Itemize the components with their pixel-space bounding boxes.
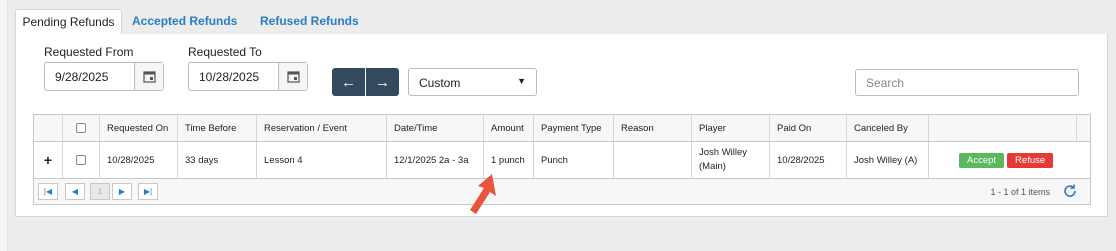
last-page-icon: ▶| xyxy=(143,187,153,196)
next-range-button[interactable]: → xyxy=(366,68,399,96)
cell-reason xyxy=(613,142,691,178)
cell-requested-on: 10/28/2025 xyxy=(99,142,177,178)
cell-payment-type: Punch xyxy=(533,142,613,178)
tab-pending-refunds[interactable]: Pending Refunds xyxy=(15,9,122,35)
col-canceled-by[interactable]: Canceled By xyxy=(846,115,928,141)
refresh-icon[interactable] xyxy=(1062,183,1078,199)
refunds-grid: Requested On Time Before Reservation / E… xyxy=(33,114,1091,205)
prev-page-button[interactable]: ◀ xyxy=(65,183,85,200)
search-input[interactable] xyxy=(855,69,1079,96)
date-range-select[interactable]: Custom ▼ xyxy=(408,68,537,96)
requested-to-value: 10/28/2025 xyxy=(199,70,260,84)
calendar-icon[interactable] xyxy=(134,63,163,90)
checkbox-icon xyxy=(76,155,86,165)
player-name: Josh Willey xyxy=(699,147,748,158)
requested-from-label: Requested From xyxy=(44,45,134,59)
col-player[interactable]: Player xyxy=(691,115,769,141)
expand-row-button[interactable]: + xyxy=(34,142,62,178)
col-time-before[interactable]: Time Before xyxy=(177,115,256,141)
col-actions xyxy=(928,115,1076,141)
cell-reservation-event: Lesson 4 xyxy=(256,142,386,178)
calendar-icon[interactable] xyxy=(278,63,307,90)
refund-tabs: Pending Refunds Accepted Refunds Refused… xyxy=(15,9,1108,35)
col-payment-type[interactable]: Payment Type xyxy=(533,115,613,141)
cell-actions: Accept Refuse xyxy=(928,142,1076,178)
player-role: (Main) xyxy=(699,161,726,172)
plus-icon: + xyxy=(43,152,53,168)
first-page-icon: |◀ xyxy=(43,187,53,196)
expand-column-header xyxy=(34,115,62,141)
row-checkbox[interactable] xyxy=(62,142,99,178)
left-edge xyxy=(0,0,8,251)
refuse-button[interactable]: Refuse xyxy=(1007,152,1054,168)
cell-time-before: 33 days xyxy=(177,142,256,178)
requested-from-field[interactable]: 9/28/2025 xyxy=(44,62,164,91)
previous-range-button[interactable]: ← xyxy=(332,68,365,96)
tab-accepted-refunds[interactable]: Accepted Refunds xyxy=(122,9,247,35)
caret-down-icon: ▼ xyxy=(517,76,526,86)
col-date-time[interactable]: Date/Time xyxy=(386,115,483,141)
date-range-value: Custom xyxy=(419,76,461,90)
next-page-icon: ▶ xyxy=(118,187,126,196)
col-amount[interactable]: Amount xyxy=(483,115,533,141)
arrow-right-icon: → xyxy=(375,73,390,91)
page-number[interactable]: 1 xyxy=(90,183,110,200)
pointer-arrow-icon xyxy=(470,174,496,214)
select-all-checkbox[interactable] xyxy=(62,115,99,141)
requested-to-label: Requested To xyxy=(188,45,262,59)
cell-paid-on: 10/28/2025 xyxy=(769,142,846,178)
pager-info: 1 - 1 of 1 items xyxy=(990,187,1050,197)
requested-from-value: 9/28/2025 xyxy=(55,70,109,84)
requested-to-field[interactable]: 10/28/2025 xyxy=(188,62,308,91)
scrollbar-gutter xyxy=(1076,115,1090,141)
grid-header: Requested On Time Before Reservation / E… xyxy=(34,115,1090,142)
arrow-left-icon: ← xyxy=(341,73,356,91)
last-page-button[interactable]: ▶| xyxy=(138,183,158,200)
next-page-button[interactable]: ▶ xyxy=(112,183,132,200)
col-reason[interactable]: Reason xyxy=(613,115,691,141)
tab-refused-refunds[interactable]: Refused Refunds xyxy=(250,9,369,35)
col-reservation-event[interactable]: Reservation / Event xyxy=(256,115,386,141)
accept-button[interactable]: Accept xyxy=(959,152,1005,168)
prev-page-icon: ◀ xyxy=(71,187,79,196)
col-paid-on[interactable]: Paid On xyxy=(769,115,846,141)
checkbox-icon xyxy=(76,123,86,133)
cell-canceled-by: Josh Willey (A) xyxy=(846,142,928,178)
cell-player: Josh Willey (Main) xyxy=(691,142,769,178)
col-requested-on[interactable]: Requested On xyxy=(99,115,177,141)
pager: |◀ ◀ 1 ▶ ▶| 1 - 1 of 1 items xyxy=(34,179,1090,204)
first-page-button[interactable]: |◀ xyxy=(38,183,58,200)
table-row: + 10/28/2025 33 days Lesson 4 12/1/2025 … xyxy=(34,142,1090,179)
